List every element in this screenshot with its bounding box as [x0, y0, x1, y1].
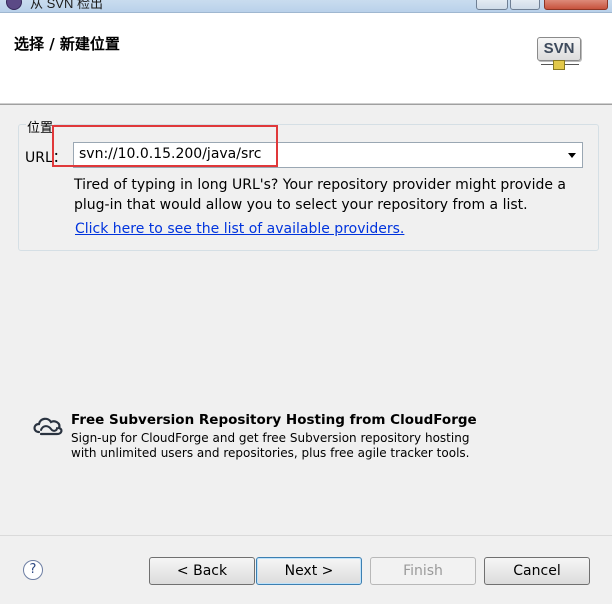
cloudforge-icon — [33, 417, 63, 436]
help-icon[interactable]: ? — [23, 560, 43, 580]
providers-link[interactable]: Click here to see the list of available … — [75, 221, 404, 237]
finish-button[interactable]: Finish — [370, 557, 476, 585]
wizard-header: 选择 / 新建位置 SVN — [0, 13, 612, 104]
window-title: 从 SVN 检出 — [30, 0, 103, 11]
dropdown-arrow-icon[interactable] — [568, 153, 576, 158]
svn-logo-icon: SVN — [537, 37, 581, 61]
close-button[interactable] — [544, 0, 608, 10]
header-divider — [0, 104, 612, 105]
provider-hint-text: Tired of typing in long URL's? Your repo… — [74, 177, 566, 213]
page-title: 选择 / 新建位置 — [14, 35, 120, 53]
back-button[interactable]: < Back — [149, 557, 255, 585]
bottom-divider — [0, 535, 612, 536]
app-icon — [6, 0, 22, 10]
window-titlebar[interactable]: 从 SVN 检出 — [0, 0, 612, 13]
url-highlight-box — [52, 125, 278, 167]
cancel-button[interactable]: Cancel — [484, 557, 590, 585]
location-group-label: 位置 — [26, 117, 55, 136]
svn-logo-plug — [553, 60, 565, 70]
minimize-button[interactable] — [476, 0, 508, 10]
promo-title: Free Subversion Repository Hosting from … — [71, 412, 477, 428]
next-button[interactable]: Next > — [256, 557, 362, 585]
promo-line-1: Sign-up for CloudForge and get free Subv… — [71, 431, 470, 445]
promo-line-2: with unlimited users and repositories, p… — [71, 446, 470, 460]
maximize-button[interactable] — [510, 0, 540, 10]
